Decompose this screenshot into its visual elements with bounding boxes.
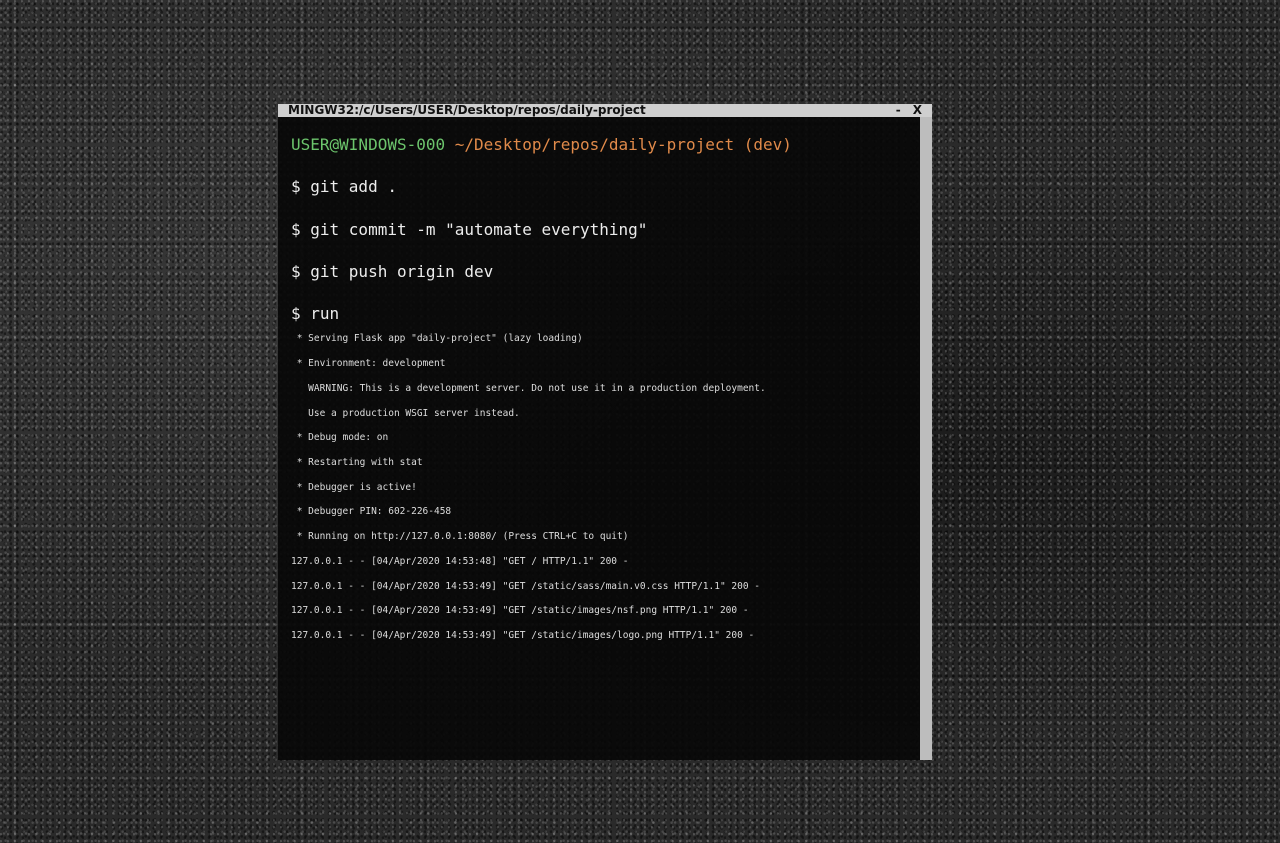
- output-line: 127.0.0.1 - - [04/Apr/2020 14:53:49] "GE…: [291, 630, 755, 641]
- output-line: * Debugger PIN: 602-226-458: [291, 506, 452, 517]
- output-line: * Running on http://127.0.0.1:8080/ (Pre…: [291, 531, 629, 542]
- command-line: $ git add .: [291, 177, 397, 196]
- output-line: * Environment: development: [291, 358, 446, 369]
- output-line: * Restarting with stat: [291, 457, 423, 468]
- command-line: $ run: [291, 304, 340, 323]
- prompt-line: USER@WINDOWS-000 ~/Desktop/repos/daily-p…: [291, 135, 792, 155]
- minimize-button[interactable]: -: [896, 104, 901, 117]
- close-button[interactable]: X: [913, 104, 922, 117]
- command-line: $ git commit -m "automate everything": [291, 220, 648, 239]
- output-line: 127.0.0.1 - - [04/Apr/2020 14:53:48] "GE…: [291, 556, 629, 567]
- terminal-window[interactable]: MINGW32:/c/Users/USER/Desktop/repos/dail…: [278, 104, 932, 760]
- output-line: Use a production WSGI server instead.: [291, 408, 520, 419]
- command-line: $ git push origin dev: [291, 262, 494, 281]
- window-controls: - X: [896, 104, 922, 117]
- output-line: 127.0.0.1 - - [04/Apr/2020 14:53:49] "GE…: [291, 581, 760, 592]
- window-title: MINGW32:/c/Users/USER/Desktop/repos/dail…: [288, 103, 646, 117]
- output-line: * Debug mode: on: [291, 432, 389, 443]
- prompt-path-branch: ~/Desktop/repos/daily-project (dev): [445, 135, 792, 154]
- output-line: * Debugger is active!: [291, 482, 417, 493]
- scrollbar[interactable]: [920, 117, 932, 760]
- output-line: * Serving Flask app "daily-project" (laz…: [291, 333, 583, 344]
- output-line: 127.0.0.1 - - [04/Apr/2020 14:53:49] "GE…: [291, 605, 749, 616]
- prompt-user-host: USER@WINDOWS-000: [291, 135, 446, 154]
- terminal-output[interactable]: USER@WINDOWS-000 ~/Desktop/repos/daily-p…: [291, 117, 911, 757]
- output-line: WARNING: This is a development server. D…: [291, 383, 766, 394]
- title-bar[interactable]: MINGW32:/c/Users/USER/Desktop/repos/dail…: [278, 104, 932, 117]
